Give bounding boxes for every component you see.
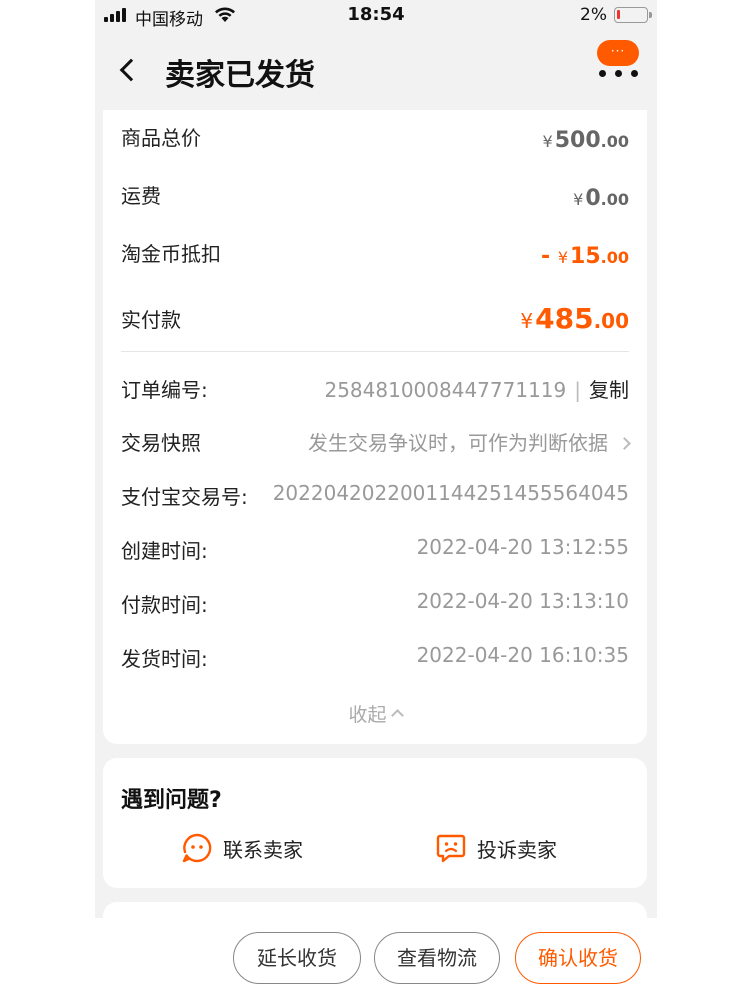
coin-discount-row: 淘金币抵扣 - ¥15.00 <box>121 238 629 278</box>
order-number-label: 订单编号: <box>121 378 208 402</box>
chevron-up-icon <box>390 709 404 722</box>
more-menu-button[interactable]: ··· <box>595 40 639 86</box>
goods-total-label: 商品总价 <box>121 126 201 150</box>
complain-seller-label: 投诉卖家 <box>477 837 557 862</box>
collapse-label: 收起 <box>348 704 387 726</box>
more-dots-icon <box>599 70 638 77</box>
help-title: 遇到问题? <box>121 788 222 813</box>
order-number-group: 2584810008447771119 | 复制 <box>324 374 629 403</box>
smile-chat-icon <box>182 833 212 863</box>
collapse-button[interactable]: 收起 <box>103 700 647 727</box>
created-time-value: 2022-04-20 13:12:55 <box>416 535 629 559</box>
battery-percent: 2% <box>580 5 607 25</box>
contact-seller-button[interactable]: 联系卖家 <box>181 830 303 866</box>
paid-row: 实付款 ¥485.00 <box>121 302 629 346</box>
complaint-icon <box>436 834 466 863</box>
paid-label: 实付款 <box>121 308 181 332</box>
trade-snapshot-label: 交易快照 <box>121 431 201 455</box>
paid-time-row: 付款时间: 2022-04-20 13:13:10 <box>121 589 629 619</box>
extend-receipt-button[interactable]: 延长收货 <box>233 932 361 984</box>
complain-seller-button[interactable]: 投诉卖家 <box>435 830 557 866</box>
shipping-label: 运费 <box>121 184 161 208</box>
coin-discount-value: - ¥15.00 <box>541 244 629 269</box>
order-number-row: 订单编号: 2584810008447771119 | 复制 <box>121 374 629 404</box>
help-card: 遇到问题? 联系卖家 投诉卖家 <box>103 758 647 888</box>
status-bar: 中国移动 18:54 2% <box>95 0 657 32</box>
page-title: 卖家已发货 <box>165 58 315 93</box>
contact-seller-label: 联系卖家 <box>223 837 303 862</box>
battery-icon <box>614 7 652 23</box>
alipay-number-label: 支付宝交易号: <box>121 485 248 509</box>
alipay-number-row: 支付宝交易号: 2022042022001144251455564045 <box>121 481 629 511</box>
coin-discount-label: 淘金币抵扣 <box>121 242 221 266</box>
chat-bubble-icon: ··· <box>597 40 639 66</box>
paid-time-label: 付款时间: <box>121 593 208 617</box>
view-logistics-button[interactable]: 查看物流 <box>374 932 500 984</box>
trade-snapshot-row[interactable]: 交易快照 发生交易争议时，可作为判断依据 <box>121 427 631 457</box>
separator: | <box>574 378 581 402</box>
shipping-row: 运费 ¥0.00 <box>121 180 629 220</box>
confirm-receipt-button[interactable]: 确认收货 <box>515 932 641 984</box>
paid-value: ¥485.00 <box>520 302 629 335</box>
order-detail-card: 商品总价 ¥500.00 运费 ¥0.00 淘金币抵扣 - ¥15.00 实付款… <box>103 110 647 744</box>
goods-total-value: ¥500.00 <box>542 128 629 153</box>
clock: 18:54 <box>347 4 405 25</box>
shipped-time-row: 发货时间: 2022-04-20 16:10:35 <box>121 643 629 673</box>
divider <box>121 351 629 352</box>
back-arrow-icon[interactable] <box>117 54 141 86</box>
phone-screen: 中国移动 18:54 2% 卖家已发货 ··· 商品总价 ¥500.00 运费 … <box>95 0 657 1000</box>
shipped-time-label: 发货时间: <box>121 647 208 671</box>
chevron-right-icon <box>618 437 631 450</box>
goods-total-row: 商品总价 ¥500.00 <box>121 122 629 162</box>
created-time-label: 创建时间: <box>121 539 208 563</box>
order-number-value: 2584810008447771119 <box>324 378 567 402</box>
copy-button[interactable]: 复制 <box>589 378 629 402</box>
paid-time-value: 2022-04-20 13:13:10 <box>416 589 629 613</box>
shipping-value: ¥0.00 <box>573 186 629 211</box>
created-time-row: 创建时间: 2022-04-20 13:12:55 <box>121 535 629 565</box>
trade-snapshot-group: 发生交易争议时，可作为判断依据 <box>308 427 631 456</box>
alipay-number-value: 2022042022001144251455564045 <box>272 481 629 505</box>
trade-snapshot-hint: 发生交易争议时，可作为判断依据 <box>308 431 608 455</box>
nav-bar: 卖家已发货 ··· <box>95 32 657 110</box>
shipped-time-value: 2022-04-20 16:10:35 <box>416 643 629 667</box>
bottom-action-bar: 延长收货 查看物流 确认收货 <box>95 918 657 1000</box>
